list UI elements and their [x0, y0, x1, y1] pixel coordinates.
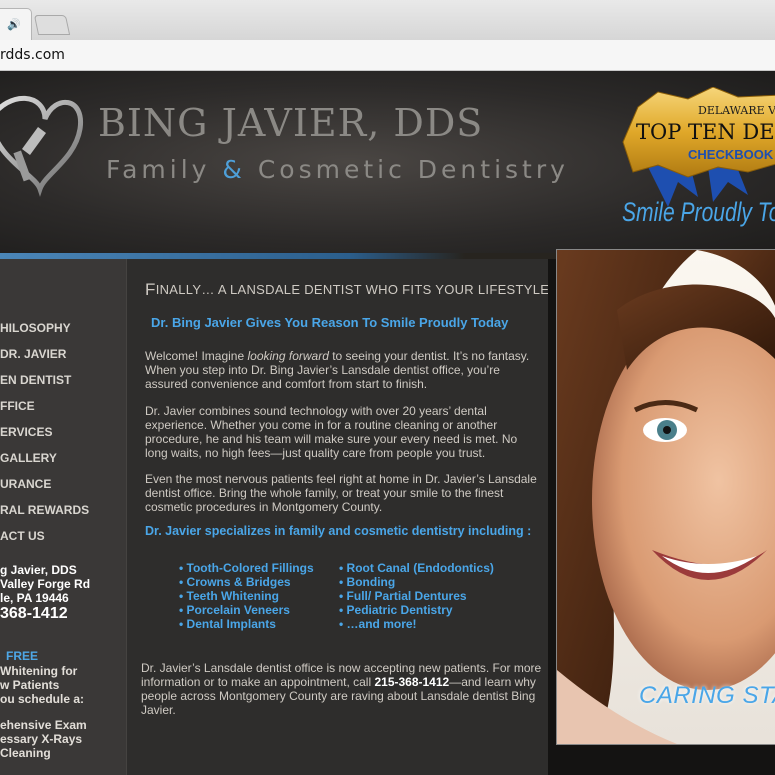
nav-item-office[interactable]: FFICE [0, 399, 35, 413]
badge-line-3: CHECKBOOK [688, 147, 774, 162]
inline-phone[interactable]: 215-368-1412 [374, 675, 449, 689]
nav-item-dr-javier[interactable]: DR. JAVIER [0, 347, 66, 361]
comfort-paragraph: Even the most nervous patients feel righ… [145, 472, 537, 514]
address-line-1: g Javier, DDS [0, 563, 77, 577]
heading-initial: F [145, 280, 156, 299]
promo-item-cleaning: Cleaning [0, 746, 51, 760]
browser-tab[interactable]: 🔊 [0, 8, 32, 41]
service-dental-implants[interactable]: • Dental Implants [179, 617, 276, 631]
tagline-cosmetic: Cosmetic Dentistry [245, 155, 569, 184]
smiling-woman-image [557, 250, 775, 744]
intro-text-a: Welcome! Imagine [145, 349, 248, 363]
service-crowns-bridges[interactable]: • Crowns & Bridges [179, 575, 291, 589]
nav-item-contact-us[interactable]: ACT US [0, 529, 45, 543]
brand-name: BING JAVIER, DDS [98, 101, 484, 145]
service-tooth-colored-fillings[interactable]: • Tooth-Colored Fillings [179, 561, 314, 575]
new-tab-button[interactable] [33, 15, 71, 35]
service-porcelain-veneers[interactable]: • Porcelain Veneers [179, 603, 290, 617]
address-line-3: le, PA 19446 [0, 591, 69, 605]
badge-line-1: DELAWARE VALL [698, 104, 775, 117]
address-line-2: Valley Forge Rd [0, 577, 91, 591]
top-ten-dentist-badge[interactable]: DELAWARE VALL TOP TEN DENT CHECKBOOK [618, 87, 775, 207]
photo-caption: CARING STA [639, 682, 775, 709]
promo-item-exam: ehensive Exam [0, 718, 87, 732]
nav-item-referral-rewards[interactable]: RAL REWARDS [0, 503, 89, 517]
service-dentures[interactable]: • Full/ Partial Dentures [339, 589, 467, 603]
heading-rest: INALLY… A LANSDALE DENTIST WHO FITS YOUR… [155, 282, 554, 297]
main-content: FINALLY… A LANSDALE DENTIST WHO FITS YOU… [126, 259, 553, 775]
brand-tagline: Family & Cosmetic Dentistry [106, 155, 569, 184]
nav-item-philosophy[interactable]: HILOSOPHY [0, 321, 71, 335]
new-patients-paragraph: Dr. Javier’s Lansdale dentist office is … [141, 661, 546, 717]
promo-line-2: w Patients [0, 678, 60, 692]
slogan: Smile Proudly Tod [622, 197, 775, 227]
url-text: rdds.com [0, 47, 65, 63]
badge-line-2: TOP TEN DENT [636, 120, 775, 144]
service-teeth-whitening[interactable]: • Teeth Whitening [179, 589, 279, 603]
promo-line-1: Whitening for [0, 664, 78, 678]
site-header: BING JAVIER, DDS Family & Cosmetic Denti… [0, 71, 775, 253]
tagline-family: Family [106, 155, 223, 184]
promo-item-xrays: essary X-Rays [0, 732, 83, 746]
sidebar-phone[interactable]: 368-1412 [0, 605, 68, 623]
page-heading: FINALLY… A LANSDALE DENTIST WHO FITS YOU… [145, 279, 553, 299]
service-bonding[interactable]: • Bonding [339, 575, 395, 589]
address-bar[interactable]: rdds.com [0, 40, 775, 71]
service-more[interactable]: • …and more! [339, 617, 417, 631]
nav-item-services[interactable]: ERVICES [0, 425, 52, 439]
hero-photo-panel: CARING STA [548, 249, 775, 775]
specialize-heading: Dr. Javier specializes in family and cos… [145, 524, 532, 538]
speaker-icon: 🔊 [7, 19, 21, 31]
page-subheading: Dr. Bing Javier Gives You Reason To Smil… [151, 315, 509, 330]
nav-item-gallery[interactable]: GALLERY [0, 451, 57, 465]
tooth-heart-logo[interactable] [0, 89, 90, 199]
intro-paragraph: Welcome! Imagine looking forward to seei… [145, 349, 540, 391]
nav-item-insurance[interactable]: URANCE [0, 477, 51, 491]
service-root-canal[interactable]: • Root Canal (Endodontics) [339, 561, 494, 575]
experience-paragraph: Dr. Javier combines sound technology wit… [145, 404, 518, 460]
tagline-ampersand: & [222, 155, 246, 184]
nav-item-dentist[interactable]: EN DENTIST [0, 373, 71, 387]
promo-line-3: ou schedule a: [0, 692, 85, 706]
sidebar-nav: HILOSOPHY DR. JAVIER EN DENTIST FFICE ER… [0, 259, 126, 775]
browser-tab-strip: 🔊 [0, 0, 775, 41]
service-pediatric[interactable]: • Pediatric Dentistry [339, 603, 453, 617]
hero-photo: CARING STA [556, 249, 775, 745]
intro-emphasis: looking forward [247, 349, 329, 363]
free-offer-label: FREE [6, 649, 39, 663]
